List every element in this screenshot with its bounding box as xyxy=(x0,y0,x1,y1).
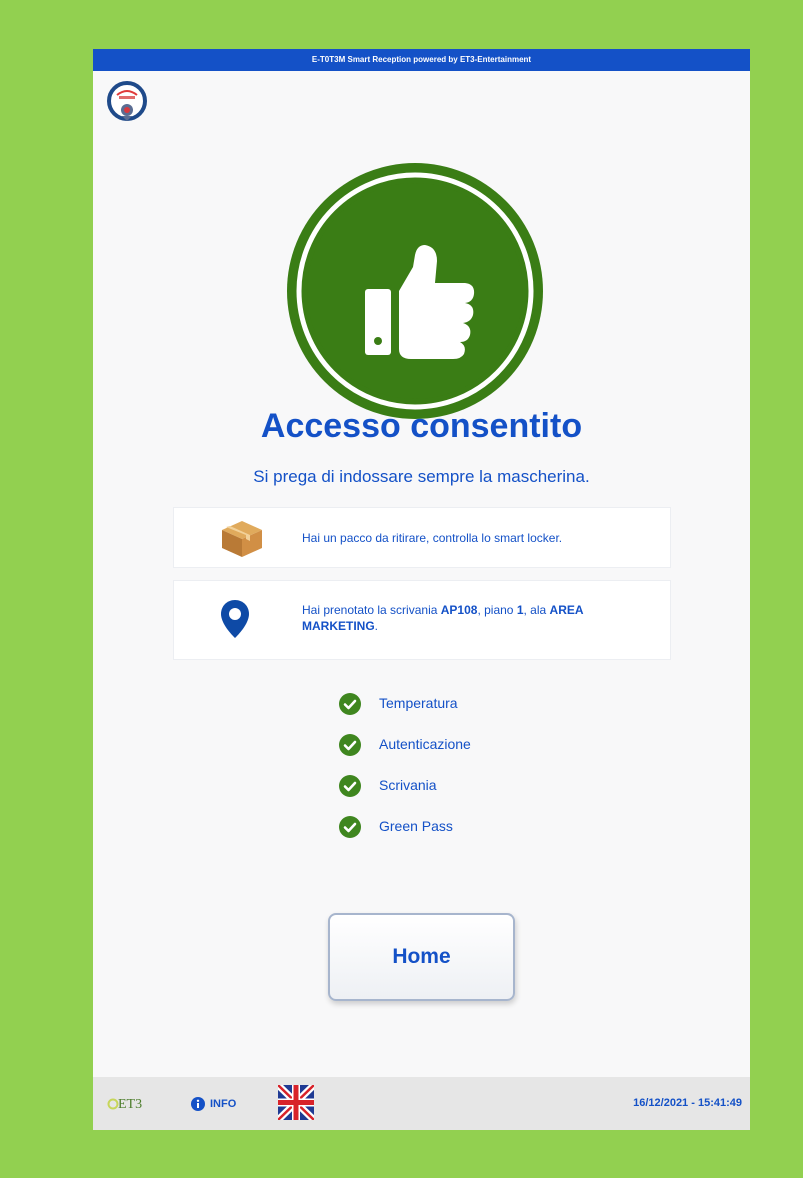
check-circle-icon xyxy=(339,775,361,797)
package-notification-card: Hai un pacco da ritirare, controlla lo s… xyxy=(173,507,671,568)
desk-text-floor-prefix: , piano xyxy=(477,603,517,617)
check-label: Temperatura xyxy=(379,695,458,711)
home-button[interactable]: Home xyxy=(328,913,515,1001)
check-circle-icon xyxy=(339,734,361,756)
page-title: Accesso consentito xyxy=(260,407,583,445)
check-label: Scrivania xyxy=(379,777,437,793)
check-circle-icon xyxy=(339,816,361,838)
desk-code: AP108 xyxy=(440,603,478,617)
info-button[interactable]: INFO xyxy=(191,1094,236,1114)
thumbs-up-icon xyxy=(287,163,543,419)
floor-number: 1 xyxy=(516,603,524,617)
desk-text-suffix: . xyxy=(374,619,379,633)
company-badge-logo xyxy=(107,81,147,123)
desk-booking-card: Hai prenotato la scrivania AP108, piano … xyxy=(173,580,671,660)
check-label: Autenticazione xyxy=(379,736,471,752)
page-subtitle: Si prega di indossare sempre la mascheri… xyxy=(253,467,590,486)
datetime: 16/12/2021 - 15:41:49 xyxy=(633,1097,742,1109)
package-icon xyxy=(220,519,264,564)
package-message: Hai un pacco da ritirare, controlla lo s… xyxy=(302,531,563,545)
et3-logo: ET3 xyxy=(107,1091,143,1115)
location-pin-icon xyxy=(220,599,250,644)
desk-booking-message: Hai prenotato la scrivania AP108, piano … xyxy=(302,602,640,634)
et3-logo-text: ET3 xyxy=(118,1097,142,1112)
info-label: INFO xyxy=(210,1098,237,1110)
footer-bar: ET3 INFO 16/12/2021 - 15:41:49 xyxy=(93,1077,750,1130)
header-bar: E-T0T3M Smart Reception powered by ET3-E… xyxy=(93,49,750,71)
check-label: Green Pass xyxy=(379,818,453,834)
uk-flag-icon[interactable] xyxy=(275,1082,317,1123)
check-circle-icon xyxy=(339,693,361,715)
desk-text-prefix: Hai prenotato la scrivania xyxy=(302,603,441,617)
desk-text-area-prefix: , ala xyxy=(523,603,550,617)
info-icon xyxy=(191,1097,205,1111)
kiosk-screen: E-T0T3M Smart Reception powered by ET3-E… xyxy=(93,49,750,1130)
